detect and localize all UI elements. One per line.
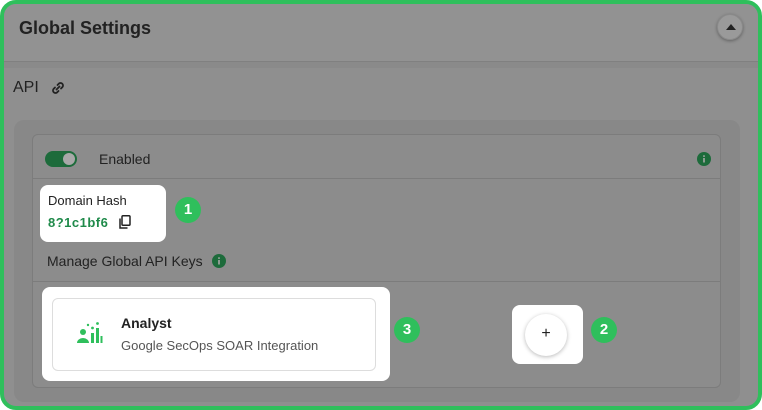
header-divider: [4, 62, 758, 68]
step-badge-2: 2: [591, 317, 617, 343]
enabled-row: Enabled: [33, 135, 720, 179]
api-key-name: Analyst: [121, 315, 172, 331]
domain-hash-value: 8?1c1bf6: [48, 215, 109, 230]
analyst-icon: [77, 322, 103, 343]
settings-header: Global Settings: [4, 4, 758, 62]
step-badge-1: 1: [175, 197, 201, 223]
enabled-toggle[interactable]: [45, 151, 77, 167]
add-button-label: +: [541, 325, 551, 342]
link-icon[interactable]: [49, 79, 67, 97]
copy-icon[interactable]: [119, 215, 131, 229]
api-key-card-analyst[interactable]: Analyst Google SecOps SOAR Integration: [52, 298, 376, 371]
step-badge-3: 3: [394, 317, 420, 343]
toggle-knob: [63, 153, 75, 165]
page-title: Global Settings: [19, 18, 152, 38]
section-divider: [33, 281, 720, 282]
chevron-up-icon: [726, 24, 736, 30]
api-key-description: Google SecOps SOAR Integration: [121, 338, 319, 353]
add-api-key-button[interactable]: +: [525, 314, 567, 356]
api-section-label: API: [13, 79, 39, 96]
manage-keys-label: Manage Global API Keys: [47, 253, 203, 269]
collapse-button[interactable]: [717, 14, 743, 40]
info-icon[interactable]: [212, 254, 226, 268]
info-icon[interactable]: [697, 152, 711, 166]
enabled-label: Enabled: [99, 151, 151, 167]
domain-hash-label: Domain Hash: [48, 193, 127, 208]
